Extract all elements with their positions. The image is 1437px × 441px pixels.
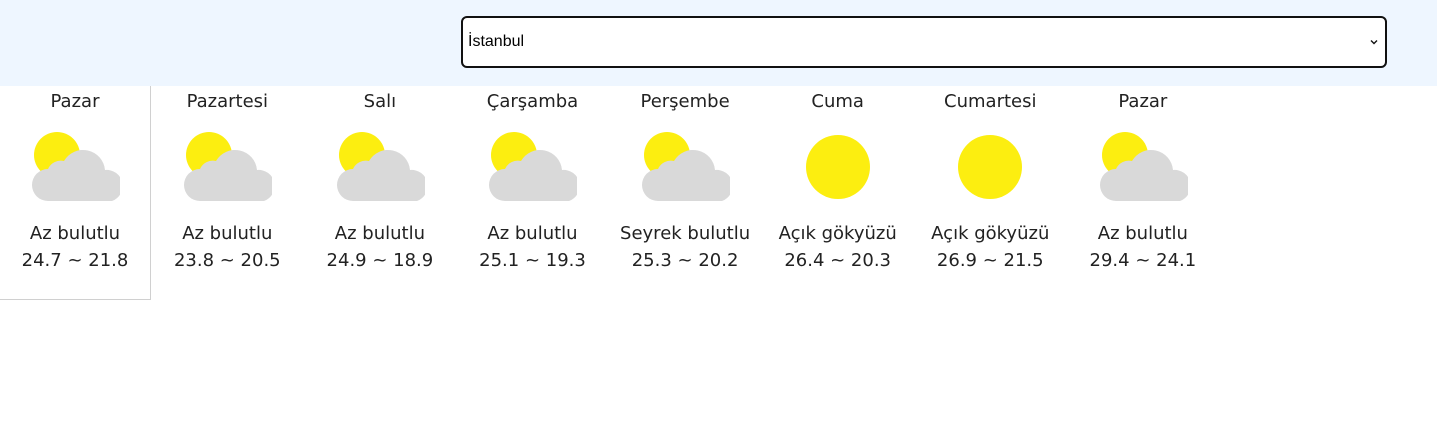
temperature-range: 23.8 ~ 20.5: [173, 250, 281, 271]
weather-description: Açık gökyüzü: [931, 223, 1050, 244]
forecast-day[interactable]: Cumartesi Açık gökyüzü 26.9 ~ 21.5: [914, 86, 1067, 300]
day-name: Cuma: [811, 91, 864, 112]
forecast-day[interactable]: Pazar Az bulutlu 29.4 ~ 24.1: [1067, 86, 1220, 300]
sun-icon: [793, 130, 883, 204]
city-select[interactable]: İstanbul: [461, 16, 1387, 68]
day-name: Pazar: [50, 91, 100, 112]
forecast-day[interactable]: Perşembe Seyrek bulutlu 25.3 ~ 20.2: [609, 86, 762, 300]
forecast-day[interactable]: Çarşamba Az bulutlu 25.1 ~ 19.3: [456, 86, 609, 300]
chevron-down-icon: [1369, 37, 1379, 47]
partly-cloudy-icon: [30, 130, 123, 204]
partly-cloudy-icon: [335, 130, 428, 204]
forecast-day[interactable]: Salı Az bulutlu 24.9 ~ 18.9: [304, 86, 457, 300]
weather-description: Açık gökyüzü: [778, 223, 897, 244]
partly-cloudy-icon: [182, 130, 275, 204]
day-name: Pazartesi: [186, 91, 269, 112]
forecast-day[interactable]: Pazar Az bulutlu 24.7 ~ 21.8: [0, 86, 151, 300]
temperature-range: 26.4 ~ 20.3: [784, 250, 892, 271]
day-name: Salı: [363, 91, 397, 112]
temperature-range: 26.9 ~ 21.5: [936, 250, 1044, 271]
city-select-value: İstanbul: [468, 33, 525, 50]
temperature-range: 25.3 ~ 20.2: [631, 250, 739, 271]
temperature-range: 25.1 ~ 19.3: [479, 250, 586, 271]
forecast-day[interactable]: Pazartesi Az bulutlu 23.8 ~ 20.5: [151, 86, 304, 300]
header-bar: İstanbul: [0, 0, 1437, 86]
day-name: Cumartesi: [944, 91, 1037, 112]
day-name: Çarşamba: [486, 91, 579, 112]
sun-icon: [945, 130, 1035, 204]
temperature-range: 24.7 ~ 21.8: [21, 250, 129, 271]
forecast-day[interactable]: Cuma Açık gökyüzü 26.4 ~ 20.3: [761, 86, 914, 300]
temperature-range: 24.9 ~ 18.9: [326, 250, 434, 271]
weather-description: Seyrek bulutlu: [620, 223, 751, 244]
weather-description: Az bulutlu: [334, 223, 425, 244]
partly-cloudy-icon: [640, 130, 733, 204]
partly-cloudy-icon: [487, 130, 581, 204]
weather-description: Az bulutlu: [1097, 223, 1188, 244]
temperature-range: 29.4 ~ 24.1: [1089, 250, 1197, 271]
day-name: Perşembe: [640, 91, 730, 112]
weather-description: Az bulutlu: [182, 223, 273, 244]
partly-cloudy-icon: [1098, 130, 1191, 204]
weather-description: Az bulutlu: [487, 223, 578, 244]
forecast-list: Pazar Az bulutlu 24.7 ~ 21.8 Pazartesi A…: [0, 86, 1219, 300]
weather-description: Az bulutlu: [29, 223, 121, 244]
day-name: Pazar: [1118, 91, 1168, 112]
